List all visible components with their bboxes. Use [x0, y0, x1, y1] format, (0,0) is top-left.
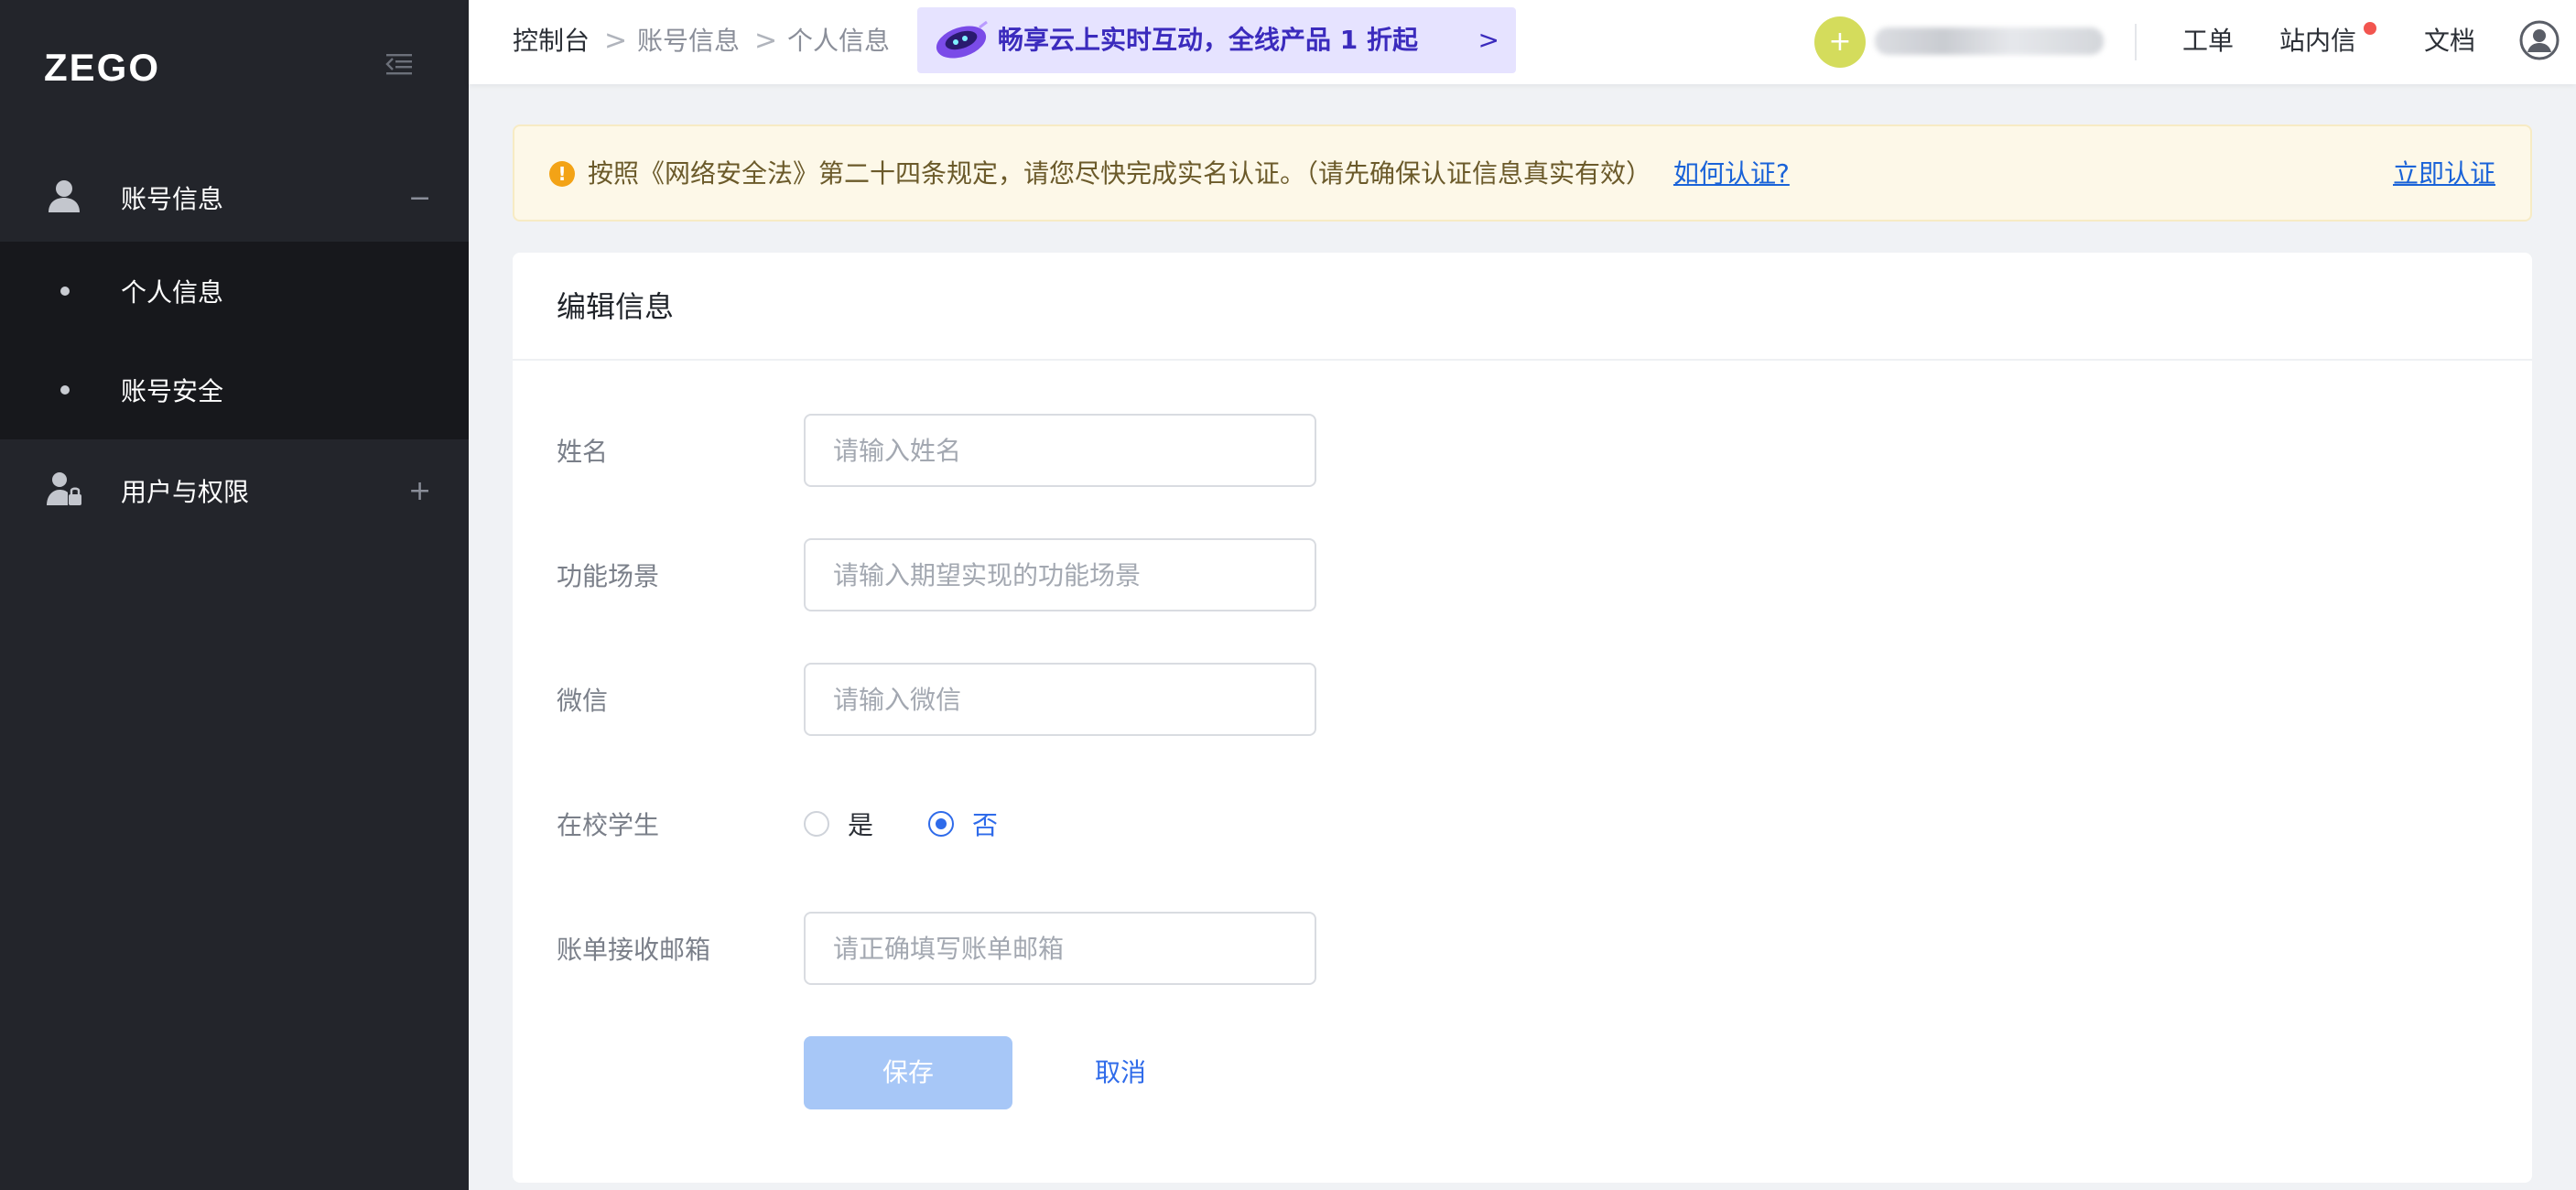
breadcrumb-console[interactable]: 控制台 — [513, 0, 590, 84]
expand-toggle-icon[interactable]: + — [408, 475, 431, 507]
billing-email-input[interactable] — [804, 912, 1316, 985]
radio-unchecked-icon — [804, 811, 829, 837]
save-button[interactable]: 保存 — [804, 1036, 1012, 1109]
sidebar: ZEGO 账号信息 − 个人信息 账号安全 用户与权限 + — [0, 0, 469, 1190]
header-divider — [2135, 24, 2137, 60]
sidebar-item-label: 账号安全 — [121, 376, 224, 406]
account-id-redacted — [1875, 27, 2104, 55]
how-to-verify-link[interactable]: 如何认证? — [1673, 126, 1790, 222]
robot-mascot-icon — [936, 20, 988, 59]
sidebar-group-label: 账号信息 — [121, 184, 224, 214]
docs-link[interactable]: 文档 — [2424, 0, 2475, 84]
verification-notice: ! 按照《网络安全法》第二十四条规定，请您尽快完成实名认证。（请先确保认证信息真… — [513, 124, 2532, 222]
card-divider — [513, 359, 2532, 361]
sidebar-item-label: 个人信息 — [121, 277, 224, 308]
edit-info-card: 编辑信息 姓名 功能场景 微信 在校学生 是 否 账单接收邮箱 保存 取消 — [513, 253, 2532, 1183]
add-button[interactable]: + — [1814, 16, 1866, 68]
sidebar-group-account[interactable]: 账号信息 − — [0, 154, 469, 242]
warning-icon: ! — [549, 161, 575, 187]
sidebar-submenu: 个人信息 账号安全 — [0, 242, 469, 439]
promo-banner[interactable]: 畅享云上实时互动，全线产品 1 折起 > — [917, 7, 1516, 73]
sidebar-group-label: 用户与权限 — [121, 477, 250, 507]
student-yes-radio[interactable]: 是 — [804, 806, 873, 842]
verify-now-link[interactable]: 立即认证 — [2393, 126, 2495, 222]
top-header: 控制台 > 账号信息 > 个人信息 畅享云上实时互动，全线产品 1 折起 > +… — [469, 0, 2576, 84]
wechat-input[interactable] — [804, 663, 1316, 736]
promo-text: 畅享云上实时互动，全线产品 1 折起 — [998, 25, 1418, 55]
user-lock-icon — [47, 472, 81, 505]
breadcrumb-separator-icon: > — [754, 25, 778, 57]
collapse-toggle-icon[interactable]: − — [408, 182, 431, 214]
billing-email-label: 账单接收邮箱 — [557, 935, 711, 965]
inbox-link[interactable]: 站内信 — [2279, 0, 2356, 84]
scenario-input[interactable] — [804, 538, 1316, 611]
user-icon — [49, 180, 80, 212]
cancel-button[interactable]: 取消 — [1095, 1036, 1146, 1109]
sidebar-item-profile[interactable]: 个人信息 — [0, 242, 469, 341]
radio-label-no: 否 — [972, 810, 999, 840]
bullet-icon — [60, 385, 70, 395]
promo-arrow-icon: > — [1477, 25, 1499, 55]
name-input[interactable] — [804, 414, 1316, 487]
student-no-radio[interactable]: 否 — [928, 806, 998, 842]
avatar-icon[interactable] — [2519, 20, 2560, 60]
notice-text: 按照《网络安全法》第二十四条规定，请您尽快完成实名认证。（请先确保认证信息真实有… — [588, 158, 1652, 189]
sidebar-item-security[interactable]: 账号安全 — [0, 341, 469, 439]
breadcrumb-profile: 个人信息 — [787, 26, 891, 56]
bullet-icon — [60, 287, 70, 296]
radio-label-yes: 是 — [848, 810, 874, 840]
ticket-link[interactable]: 工单 — [2182, 0, 2234, 84]
student-label: 在校学生 — [557, 810, 660, 840]
sidebar-group-users[interactable]: 用户与权限 + — [0, 447, 469, 535]
breadcrumb-account[interactable]: 账号信息 — [637, 0, 740, 84]
unread-badge — [2364, 22, 2376, 35]
collapse-sidebar-icon[interactable] — [384, 49, 414, 79]
zego-logo[interactable]: ZEGO — [44, 46, 160, 90]
name-label: 姓名 — [557, 437, 609, 467]
wechat-label: 微信 — [557, 686, 609, 716]
radio-checked-icon — [928, 811, 954, 837]
card-title: 编辑信息 — [557, 289, 675, 324]
breadcrumb-separator-icon: > — [604, 25, 628, 57]
scenario-label: 功能场景 — [557, 561, 660, 591]
